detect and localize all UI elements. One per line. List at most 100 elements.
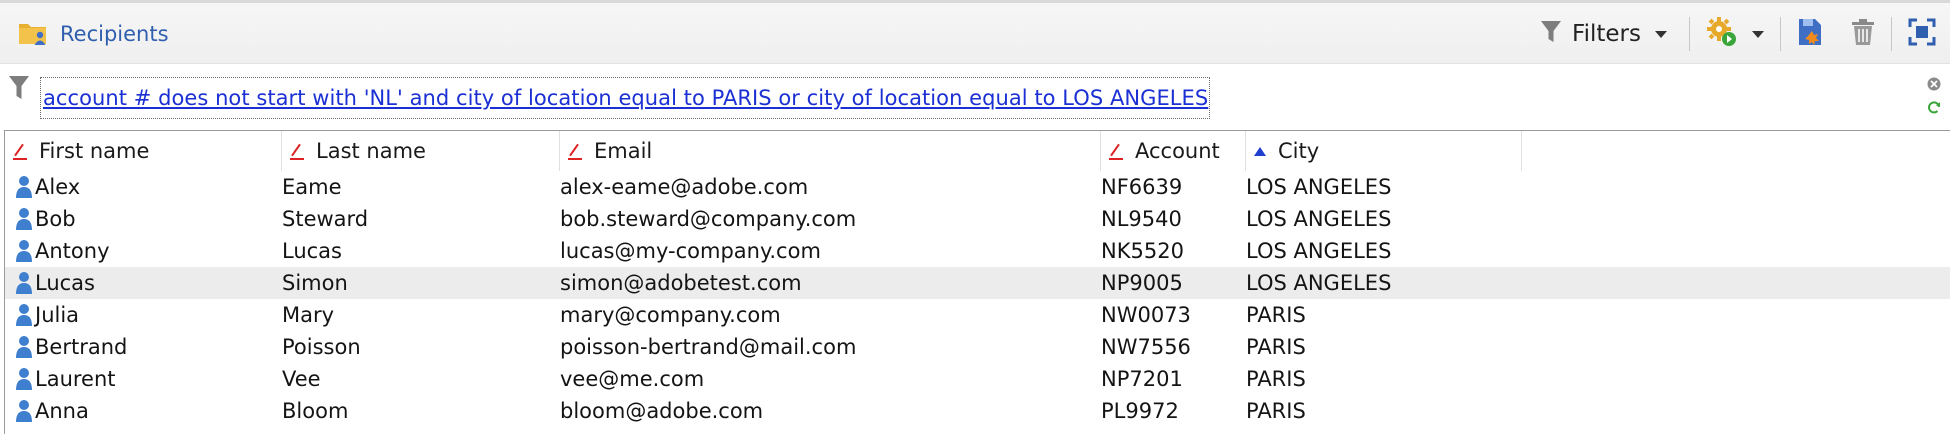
cell-last: Eame	[282, 175, 342, 199]
gear-add-icon	[1706, 16, 1738, 53]
column-header-email[interactable]: Email	[560, 131, 1101, 171]
delete-button[interactable]	[1851, 15, 1875, 53]
cell-email: bob.steward@company.com	[560, 207, 857, 231]
column-header-first-name[interactable]: First name	[5, 131, 282, 171]
sort-indicator-icon	[568, 141, 584, 161]
cell-email: simon@adobetest.com	[560, 271, 802, 295]
cell-first: Bertrand	[35, 335, 128, 359]
column-header-account[interactable]: Account	[1101, 131, 1246, 171]
table-row[interactable]: Antony Lucas lucas@my-company.com NK5520 LOS…	[5, 235, 1950, 267]
filter-bar: account # does not start with 'NL' and c…	[0, 64, 1950, 130]
toolbar-divider	[1689, 17, 1690, 51]
table-row[interactable]: Lucas Simon simon@adobetest.com NP9005 LOS A…	[5, 267, 1950, 299]
toolbar-actions: Filters	[1534, 15, 1936, 53]
person-icon	[15, 303, 33, 332]
cell-first: Alex	[35, 175, 81, 199]
cell-last: Lucas	[282, 239, 342, 263]
cell-city: LOS ANGELES	[1246, 175, 1392, 199]
cell-account: NF6639	[1101, 175, 1183, 199]
cell-city: PARIS	[1246, 303, 1306, 327]
cell-first: Anna	[35, 399, 89, 423]
cell-first: Julia	[35, 303, 80, 327]
cell-city: LOS ANGELES	[1246, 271, 1392, 295]
table-row[interactable]: Bob Steward bob.steward@company.com NL9540 L…	[5, 203, 1950, 235]
sort-indicator-icon	[1109, 141, 1125, 161]
cell-city: PARIS	[1246, 367, 1306, 391]
table-row[interactable]: Bertrand Poisson poisson-bertrand@mail.com…	[5, 331, 1950, 363]
trash-icon	[1851, 18, 1875, 51]
fullscreen-button[interactable]	[1908, 15, 1936, 53]
refresh-icon[interactable]	[1926, 100, 1942, 121]
cell-first: Laurent	[35, 367, 116, 391]
cell-last: Simon	[282, 271, 348, 295]
cell-account: NL9540	[1101, 207, 1182, 231]
table-row[interactable]: Julia Mary mary@company.com NW0073 PARIS	[5, 299, 1950, 331]
cell-city: PARIS	[1246, 399, 1306, 423]
recipients-table: First name Last name Email Account City …	[4, 130, 1950, 434]
column-header-label: Account	[1135, 139, 1220, 163]
cell-last: Steward	[282, 207, 369, 231]
cell-account: NK5520	[1101, 239, 1184, 263]
filter-condition-box[interactable]: account # does not start with 'NL' and c…	[40, 77, 1210, 119]
save-icon	[1797, 17, 1825, 52]
folder-user-icon	[18, 18, 48, 51]
column-header-city[interactable]: City	[1246, 131, 1522, 171]
funnel-icon	[8, 74, 30, 107]
cell-account: NP7201	[1101, 367, 1183, 391]
table-row[interactable]: Anna Bloom bloom@adobe.com PL9972 PARIS	[5, 395, 1950, 427]
cell-last: Mary	[282, 303, 335, 327]
column-header-last-name[interactable]: Last name	[282, 131, 560, 171]
recipients-title[interactable]: Recipients	[18, 17, 169, 51]
cell-first: Lucas	[35, 271, 95, 295]
person-icon	[15, 207, 33, 236]
cell-city: PARIS	[1246, 335, 1306, 359]
column-header-label: Email	[594, 139, 653, 163]
cell-first: Bob	[35, 207, 76, 231]
cell-email: poisson-bertrand@mail.com	[560, 335, 857, 359]
save-button[interactable]	[1797, 15, 1825, 53]
cell-email: mary@company.com	[560, 303, 781, 327]
sort-indicator-icon	[290, 141, 306, 161]
funnel-icon	[1540, 19, 1562, 50]
recipients-label: Recipients	[60, 22, 169, 46]
chevron-down-icon[interactable]	[1752, 30, 1764, 38]
cell-last: Vee	[282, 367, 321, 391]
chevron-down-icon[interactable]	[1655, 30, 1667, 38]
filters-label: Filters	[1572, 21, 1641, 47]
actions-button[interactable]	[1706, 15, 1764, 53]
person-icon	[15, 271, 33, 300]
person-icon	[15, 335, 33, 364]
toolbar-divider	[1891, 17, 1892, 51]
cell-account: NW0073	[1101, 303, 1191, 327]
table-header: First name Last name Email Account City	[5, 131, 1950, 171]
person-icon	[15, 367, 33, 396]
column-header-label: First name	[39, 139, 150, 163]
filter-condition-link[interactable]: account # does not start with 'NL' and c…	[43, 86, 1208, 110]
cell-account: NP9005	[1101, 271, 1183, 295]
cell-account: NW7556	[1101, 335, 1191, 359]
cell-account: PL9972	[1101, 399, 1179, 423]
clear-filter-icon[interactable]	[1926, 76, 1942, 97]
cell-last: Bloom	[282, 399, 349, 423]
cell-email: lucas@my-company.com	[560, 239, 821, 263]
column-header-label: City	[1278, 139, 1320, 163]
column-header-label: Last name	[316, 139, 426, 163]
cell-first: Antony	[35, 239, 110, 263]
table-row[interactable]: Laurent Vee vee@me.com NP7201 PARIS	[5, 363, 1950, 395]
sort-indicator-icon	[13, 141, 29, 161]
cell-email: alex-eame@adobe.com	[560, 175, 809, 199]
toolbar: Recipients Filters	[0, 0, 1950, 64]
toolbar-divider	[1780, 17, 1781, 51]
cell-last: Poisson	[282, 335, 361, 359]
person-icon	[15, 239, 33, 268]
sort-ascending-icon	[1254, 146, 1266, 156]
filters-button[interactable]: Filters	[1534, 15, 1673, 53]
cell-email: vee@me.com	[560, 367, 705, 391]
person-icon	[15, 175, 33, 204]
table-row[interactable]: Alex Eame alex-eame@adobe.com NF6639 LOS ANG…	[5, 171, 1950, 203]
fullscreen-icon	[1908, 18, 1936, 51]
person-icon	[15, 399, 33, 428]
cell-email: bloom@adobe.com	[560, 399, 764, 423]
cell-city: LOS ANGELES	[1246, 239, 1392, 263]
cell-city: LOS ANGELES	[1246, 207, 1392, 231]
